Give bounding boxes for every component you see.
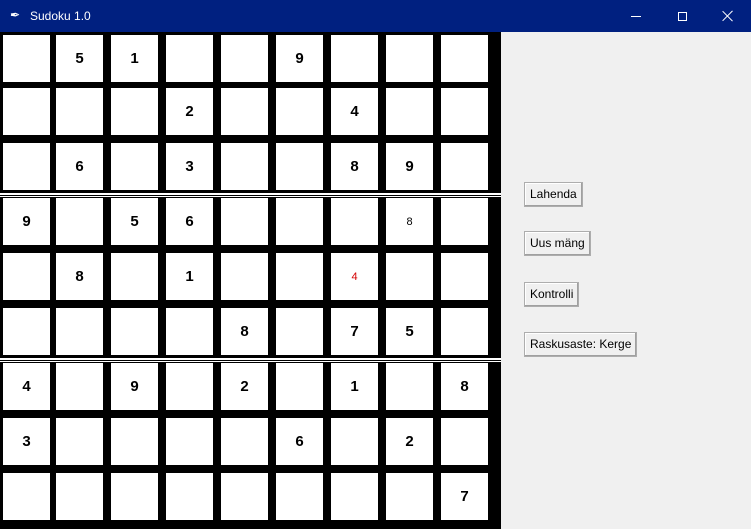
sudoku-cell-r4-c5[interactable] bbox=[221, 198, 268, 245]
sudoku-board: 5192463899568814875492183627 bbox=[0, 32, 501, 529]
sudoku-cell-r2-c5[interactable] bbox=[221, 88, 268, 135]
difficulty-button[interactable]: Raskusaste: Kerge bbox=[524, 332, 638, 357]
sudoku-cell-r5-c5[interactable] bbox=[221, 253, 268, 300]
sudoku-cell-r7-c5[interactable]: 2 bbox=[221, 363, 268, 410]
sudoku-cell-r6-c3[interactable] bbox=[111, 308, 158, 355]
sudoku-cell-r9-c3[interactable] bbox=[111, 473, 158, 520]
window-title: Sudoku 1.0 bbox=[30, 9, 91, 23]
sudoku-cell-r5-c3[interactable] bbox=[111, 253, 158, 300]
sudoku-cell-r5-c8[interactable] bbox=[386, 253, 433, 300]
sudoku-cell-r3-c8[interactable]: 9 bbox=[386, 143, 433, 190]
sudoku-cell-r8-c1[interactable]: 3 bbox=[3, 418, 50, 465]
block-separator-line bbox=[0, 194, 501, 196]
title-bar[interactable]: ✒ Sudoku 1.0 bbox=[0, 0, 751, 32]
close-icon bbox=[722, 10, 734, 22]
sudoku-cell-r8-c5[interactable] bbox=[221, 418, 268, 465]
sudoku-cell-r8-c6[interactable]: 6 bbox=[276, 418, 323, 465]
sudoku-cell-r9-c6[interactable] bbox=[276, 473, 323, 520]
sudoku-cell-r7-c4[interactable] bbox=[166, 363, 213, 410]
sudoku-cell-r8-c2[interactable] bbox=[56, 418, 103, 465]
sudoku-cell-r2-c8[interactable] bbox=[386, 88, 433, 135]
block-separator-2 bbox=[0, 358, 501, 362]
sudoku-cell-r2-c6[interactable] bbox=[276, 88, 323, 135]
feather-icon: ✒ bbox=[10, 8, 21, 22]
sudoku-cell-r9-c5[interactable] bbox=[221, 473, 268, 520]
sudoku-cell-r6-c4[interactable] bbox=[166, 308, 213, 355]
sudoku-cell-r8-c9[interactable] bbox=[441, 418, 488, 465]
sudoku-cell-r1-c5[interactable] bbox=[221, 35, 268, 82]
sudoku-cell-r8-c7[interactable] bbox=[331, 418, 378, 465]
sudoku-cell-r9-c2[interactable] bbox=[56, 473, 103, 520]
sudoku-cell-r1-c4[interactable] bbox=[166, 35, 213, 82]
sudoku-cell-r9-c1[interactable] bbox=[3, 473, 50, 520]
sudoku-cell-r6-c8[interactable]: 5 bbox=[386, 308, 433, 355]
maximize-icon bbox=[677, 11, 687, 21]
sudoku-cell-r2-c9[interactable] bbox=[441, 88, 488, 135]
sudoku-cell-r9-c4[interactable] bbox=[166, 473, 213, 520]
sudoku-cell-r2-c3[interactable] bbox=[111, 88, 158, 135]
solve-button[interactable]: Lahenda bbox=[524, 182, 583, 207]
sudoku-cell-r6-c2[interactable] bbox=[56, 308, 103, 355]
sudoku-cell-r5-c7[interactable]: 4 bbox=[331, 253, 378, 300]
sudoku-cell-r6-c5[interactable]: 8 bbox=[221, 308, 268, 355]
sudoku-cell-r4-c8[interactable]: 8 bbox=[386, 198, 433, 245]
sudoku-cell-r7-c8[interactable] bbox=[386, 363, 433, 410]
sudoku-cell-r3-c1[interactable] bbox=[3, 143, 50, 190]
sudoku-cell-r7-c9[interactable]: 8 bbox=[441, 363, 488, 410]
sudoku-cell-r1-c8[interactable] bbox=[386, 35, 433, 82]
minimize-icon bbox=[631, 15, 641, 17]
sudoku-cell-r8-c8[interactable]: 2 bbox=[386, 418, 433, 465]
sudoku-cell-r5-c6[interactable] bbox=[276, 253, 323, 300]
sudoku-cell-r4-c1[interactable]: 9 bbox=[3, 198, 50, 245]
sudoku-cell-r1-c9[interactable] bbox=[441, 35, 488, 82]
sudoku-cell-r3-c9[interactable] bbox=[441, 143, 488, 190]
sudoku-cell-r5-c2[interactable]: 8 bbox=[56, 253, 103, 300]
sudoku-cell-r7-c2[interactable] bbox=[56, 363, 103, 410]
sudoku-cell-r6-c7[interactable]: 7 bbox=[331, 308, 378, 355]
sudoku-cell-r4-c6[interactable] bbox=[276, 198, 323, 245]
sudoku-cell-r9-c9[interactable]: 7 bbox=[441, 473, 488, 520]
sudoku-cell-r2-c7[interactable]: 4 bbox=[331, 88, 378, 135]
sudoku-cell-r3-c7[interactable]: 8 bbox=[331, 143, 378, 190]
sudoku-cell-r8-c3[interactable] bbox=[111, 418, 158, 465]
sudoku-cell-r2-c2[interactable] bbox=[56, 88, 103, 135]
sudoku-cell-r9-c7[interactable] bbox=[331, 473, 378, 520]
sudoku-cell-r8-c4[interactable] bbox=[166, 418, 213, 465]
block-separator-line bbox=[0, 359, 501, 361]
close-button[interactable] bbox=[705, 0, 751, 32]
sudoku-cell-r1-c3[interactable]: 1 bbox=[111, 35, 158, 82]
sudoku-cell-r3-c6[interactable] bbox=[276, 143, 323, 190]
sudoku-cell-r7-c6[interactable] bbox=[276, 363, 323, 410]
sudoku-cell-r4-c3[interactable]: 5 bbox=[111, 198, 158, 245]
sudoku-cell-r1-c2[interactable]: 5 bbox=[56, 35, 103, 82]
sudoku-cell-r6-c1[interactable] bbox=[3, 308, 50, 355]
sudoku-cell-r9-c8[interactable] bbox=[386, 473, 433, 520]
sudoku-cell-r5-c4[interactable]: 1 bbox=[166, 253, 213, 300]
sudoku-cell-r4-c9[interactable] bbox=[441, 198, 488, 245]
check-button[interactable]: Kontrolli bbox=[524, 282, 580, 307]
sudoku-cell-r6-c9[interactable] bbox=[441, 308, 488, 355]
sudoku-cell-r3-c4[interactable]: 3 bbox=[166, 143, 213, 190]
sudoku-cell-r6-c6[interactable] bbox=[276, 308, 323, 355]
sudoku-cell-r7-c1[interactable]: 4 bbox=[3, 363, 50, 410]
maximize-button[interactable] bbox=[659, 0, 705, 32]
sudoku-cell-r5-c9[interactable] bbox=[441, 253, 488, 300]
sudoku-cell-r3-c3[interactable] bbox=[111, 143, 158, 190]
sudoku-cell-r4-c2[interactable] bbox=[56, 198, 103, 245]
sudoku-cell-r2-c1[interactable] bbox=[3, 88, 50, 135]
sudoku-cell-r4-c7[interactable] bbox=[331, 198, 378, 245]
sudoku-cell-r5-c1[interactable] bbox=[3, 253, 50, 300]
sudoku-cell-r1-c1[interactable] bbox=[3, 35, 50, 82]
sudoku-cell-r3-c5[interactable] bbox=[221, 143, 268, 190]
sudoku-cell-r7-c7[interactable]: 1 bbox=[331, 363, 378, 410]
sudoku-cell-r1-c6[interactable]: 9 bbox=[276, 35, 323, 82]
sudoku-cell-r2-c4[interactable]: 2 bbox=[166, 88, 213, 135]
block-separator-1 bbox=[0, 193, 501, 197]
sudoku-cell-r4-c4[interactable]: 6 bbox=[166, 198, 213, 245]
sudoku-cell-r1-c7[interactable] bbox=[331, 35, 378, 82]
minimize-button[interactable] bbox=[613, 0, 659, 32]
new-game-button[interactable]: Uus mäng bbox=[524, 231, 591, 256]
sudoku-cell-r7-c3[interactable]: 9 bbox=[111, 363, 158, 410]
sudoku-cell-r3-c2[interactable]: 6 bbox=[56, 143, 103, 190]
